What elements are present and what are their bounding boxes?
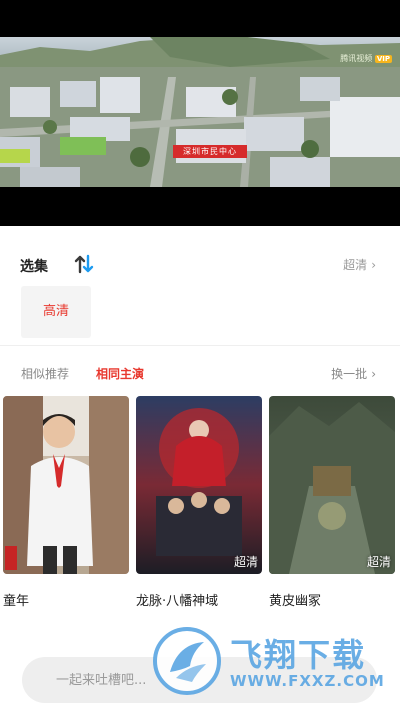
chevron-right-icon: › (371, 367, 376, 381)
poster-title[interactable]: 龙脉·八幡神域 (136, 590, 218, 609)
poster-art-yellow-tomb (269, 396, 395, 574)
poster-title[interactable]: 童年 (3, 590, 29, 609)
video-player[interactable]: 深圳市民中心 腾讯视频 VIP (0, 0, 400, 226)
chevron-right-icon: › (371, 258, 376, 272)
sort-arrows-icon[interactable] (73, 253, 95, 275)
poster-grid: 童年 超清 龙脉·八幡神域 超清 黄皮幽冢 (0, 396, 400, 611)
comment-bar[interactable] (22, 657, 377, 703)
episode-section-title: 选集 (20, 259, 48, 275)
poster-image[interactable] (3, 396, 129, 574)
poster-image[interactable]: 超清 (136, 396, 262, 574)
poster-image[interactable]: 超清 (269, 396, 395, 574)
quality-badge: 超清 (233, 555, 258, 569)
comment-input[interactable] (22, 657, 377, 703)
episode-chip-selected[interactable]: 高清 (21, 286, 91, 338)
tab-similar[interactable]: 相似推荐 (21, 365, 69, 382)
refresh-label: 换一批 (331, 367, 368, 381)
recommend-tabs: 相似推荐 相同主演 换一批 › (0, 355, 400, 391)
poster-title[interactable]: 黄皮幽冢 (269, 590, 321, 609)
quality-badge: 超清 (366, 555, 391, 569)
poster-art-dragon-vein (136, 396, 262, 574)
video-source-name: 腾讯视频 (340, 54, 373, 63)
episode-section: 选集 超清 › 高清 (0, 240, 400, 346)
video-frame[interactable]: 深圳市民中心 腾讯视频 VIP (0, 37, 400, 187)
quality-label: 超清 (343, 258, 368, 272)
vip-badge: VIP (374, 55, 392, 63)
video-sign: 深圳市民中心 (173, 145, 247, 158)
quality-selector[interactable]: 超清 › (343, 256, 376, 273)
poster-card[interactable]: 超清 龙脉·八幡神域 (136, 396, 262, 609)
refresh-button[interactable]: 换一批 › (331, 365, 376, 382)
poster-card[interactable]: 童年 (3, 396, 129, 609)
poster-art-childhood (3, 396, 129, 574)
poster-card[interactable]: 超清 黄皮幽冢 (269, 396, 395, 609)
tab-same-cast[interactable]: 相同主演 (96, 365, 144, 382)
video-source-watermark: 腾讯视频 VIP (340, 53, 392, 64)
